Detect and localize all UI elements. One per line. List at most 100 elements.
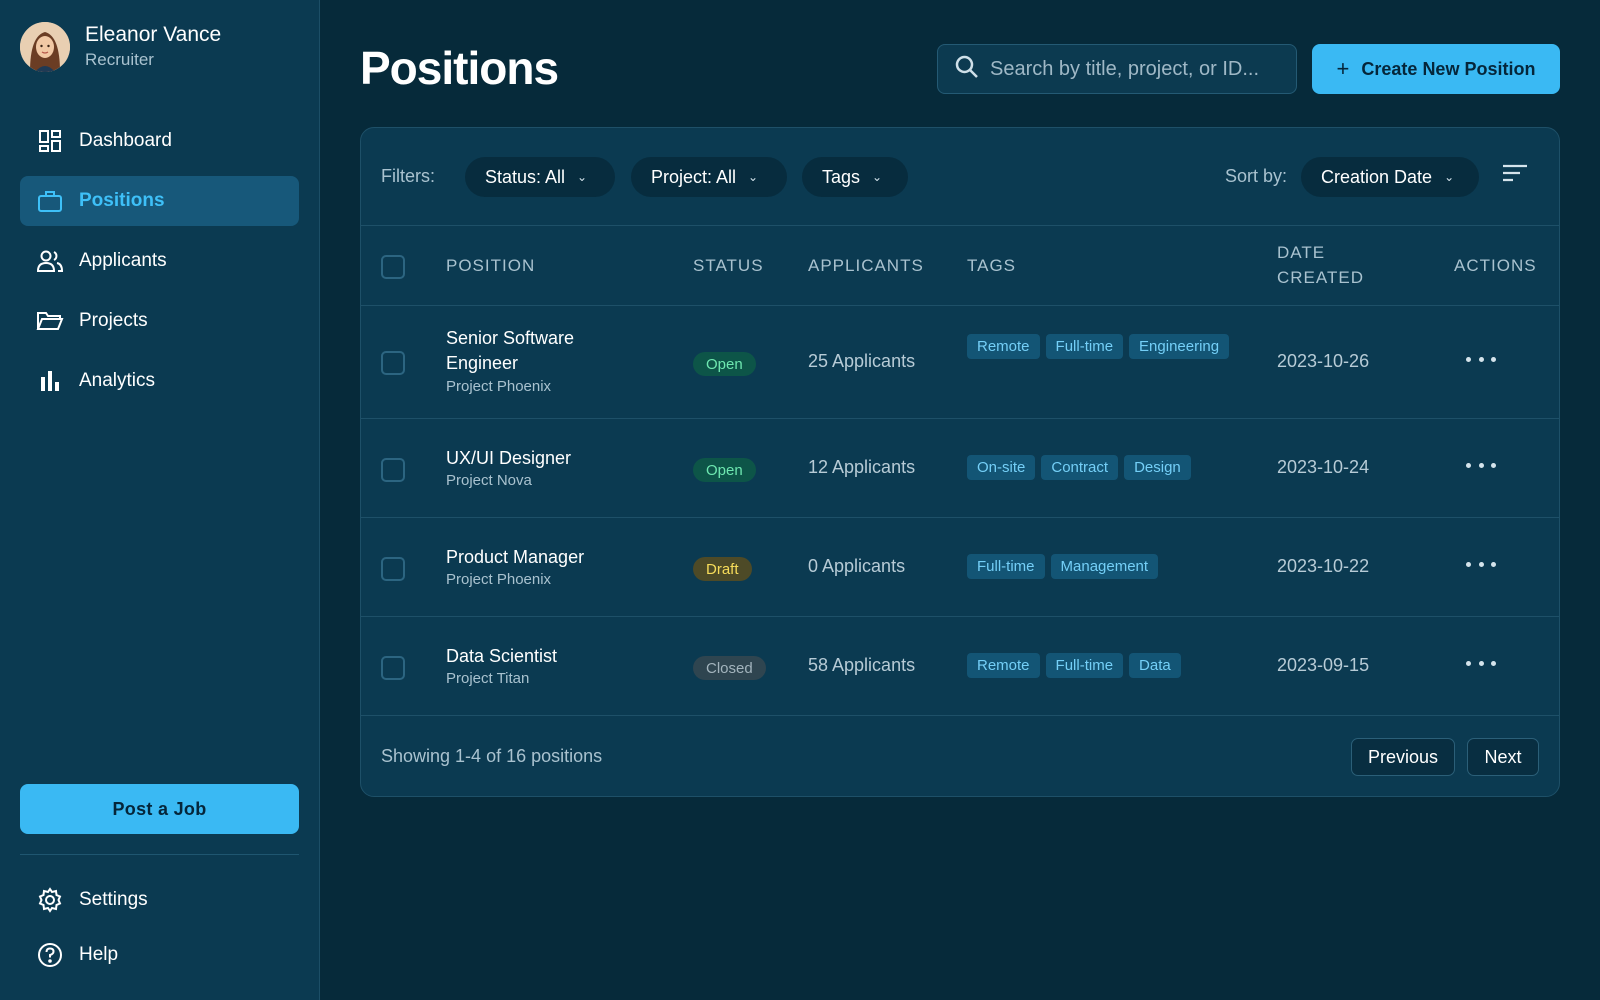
status-badge: Closed — [693, 656, 766, 680]
sort-dropdown[interactable]: Creation Date ⌄ — [1301, 157, 1479, 197]
user-profile[interactable]: Eleanor Vance Recruiter — [20, 22, 221, 72]
project-filter-label: Project: All — [651, 166, 737, 187]
create-position-button[interactable]: + Create New Position — [1312, 44, 1560, 94]
position-title[interactable]: Product Manager — [446, 545, 584, 570]
row-checkbox[interactable] — [381, 458, 405, 482]
sidebar-item-analytics[interactable]: Analytics — [20, 356, 299, 406]
applicant-count[interactable]: 25 Applicants — [808, 351, 915, 372]
more-actions-icon[interactable] — [1466, 653, 1496, 673]
date-created: 2023-10-22 — [1277, 556, 1370, 576]
tag: Full-time — [1045, 653, 1124, 678]
column-header-tags: TAGS — [967, 256, 1017, 275]
status-badge: Draft — [693, 557, 752, 581]
table-row[interactable]: Senior Software Engineer Project Phoenix… — [361, 307, 1559, 419]
chevron-down-icon: ⌄ — [872, 170, 883, 184]
row-checkbox[interactable] — [381, 351, 405, 375]
status-filter-label: Status: All — [485, 166, 566, 187]
position-title[interactable]: Data Scientist — [446, 644, 557, 669]
table-header: POSITION STATUS APPLICANTS TAGS DATE CRE… — [361, 226, 1559, 306]
more-actions-icon[interactable] — [1466, 554, 1496, 574]
briefcase-icon — [36, 187, 64, 215]
previous-page-button[interactable]: Previous — [1351, 738, 1455, 776]
filter-bar: Filters: Status: All ⌄ Project: All ⌄ Ta… — [361, 128, 1559, 226]
next-page-button[interactable]: Next — [1467, 738, 1539, 776]
search-input[interactable] — [990, 57, 1290, 81]
table-row[interactable]: Product Manager Project Phoenix Draft 0 … — [361, 519, 1559, 617]
tag: Remote — [967, 653, 1040, 678]
chevron-down-icon: ⌄ — [748, 170, 759, 184]
table-row[interactable]: UX/UI Designer Project Nova Open 12 Appl… — [361, 420, 1559, 518]
sidebar-item-label: Settings — [79, 889, 148, 910]
tag-list: Full-time Management — [967, 554, 1257, 579]
search-icon — [954, 54, 980, 85]
tag: Remote — [967, 334, 1040, 359]
sidebar-item-applicants[interactable]: Applicants — [20, 236, 299, 286]
applicant-count[interactable]: 12 Applicants — [808, 457, 915, 478]
position-title-line1[interactable]: Senior Software — [446, 326, 574, 351]
sidebar-item-positions[interactable]: Positions — [20, 176, 299, 226]
tag: Engineering — [1129, 334, 1230, 359]
date-created: 2023-10-26 — [1277, 351, 1370, 371]
date-created: 2023-10-24 — [1277, 457, 1370, 477]
main-nav: Dashboard Positions Applicants Projects … — [20, 116, 299, 416]
status-badge: Open — [693, 352, 756, 376]
avatar — [20, 22, 70, 72]
column-header-date-line1: DATE — [1277, 243, 1326, 262]
help-circle-icon — [36, 941, 64, 969]
filters-label: Filters: — [381, 166, 435, 186]
tag: Full-time — [1045, 334, 1124, 359]
position-title-line2[interactable]: Engineer — [446, 351, 518, 376]
column-header-applicants: APPLICANTS — [808, 256, 924, 275]
sort-order-icon[interactable] — [1501, 162, 1529, 186]
column-header-position: POSITION — [446, 256, 536, 275]
dashboard-icon — [36, 127, 64, 155]
sidebar-item-label: Applicants — [79, 250, 167, 271]
column-header-status: STATUS — [693, 256, 764, 275]
post-job-button[interactable]: Post a Job — [20, 784, 299, 834]
position-project: Project Phoenix — [446, 571, 552, 588]
sidebar-item-label: Analytics — [79, 370, 156, 391]
tag-list: Remote Full-time Engineering — [967, 334, 1257, 359]
column-header-date-line2: CREATED — [1277, 268, 1364, 287]
project-filter-dropdown[interactable]: Project: All ⌄ — [631, 157, 787, 197]
sidebar-item-dashboard[interactable]: Dashboard — [20, 116, 299, 166]
applicant-count[interactable]: 58 Applicants — [808, 655, 915, 676]
sidebar-item-label: Projects — [79, 310, 148, 331]
user-name: Eleanor Vance — [85, 23, 222, 46]
sidebar-item-label: Help — [79, 944, 119, 965]
row-checkbox[interactable] — [381, 557, 405, 581]
sidebar: Eleanor Vance Recruiter Dashboard Positi… — [0, 0, 320, 1000]
create-position-label: Create New Position — [1361, 58, 1536, 79]
bottom-nav: Settings Help — [20, 876, 299, 986]
table-footer: Showing 1-4 of 16 positions Previous Nex… — [361, 716, 1559, 796]
positions-panel: Filters: Status: All ⌄ Project: All ⌄ Ta… — [360, 127, 1560, 797]
sidebar-item-projects[interactable]: Projects — [20, 296, 299, 346]
table-row[interactable]: Data Scientist Project Titan Closed 58 A… — [361, 618, 1559, 716]
select-all-checkbox[interactable] — [381, 255, 405, 279]
tag: Contract — [1041, 455, 1119, 480]
sidebar-item-help[interactable]: Help — [20, 931, 299, 979]
more-actions-icon[interactable] — [1466, 349, 1496, 369]
page-title: Positions — [360, 42, 559, 94]
status-filter-dropdown[interactable]: Status: All ⌄ — [465, 157, 615, 197]
tag: On-site — [967, 455, 1036, 480]
sidebar-item-settings[interactable]: Settings — [20, 876, 299, 924]
sort-value: Creation Date — [1321, 166, 1433, 187]
sidebar-divider — [20, 854, 299, 855]
position-title[interactable]: UX/UI Designer — [446, 446, 571, 471]
chevron-down-icon: ⌄ — [1444, 170, 1455, 184]
search-box[interactable] — [937, 44, 1297, 94]
bar-chart-icon — [36, 367, 64, 395]
sidebar-item-label: Dashboard — [79, 130, 172, 151]
tag: Full-time — [967, 554, 1045, 579]
more-actions-icon[interactable] — [1466, 455, 1496, 475]
applicant-count[interactable]: 0 Applicants — [808, 556, 905, 577]
tags-filter-dropdown[interactable]: Tags ⌄ — [802, 157, 908, 197]
tag-list: On-site Contract Design — [967, 455, 1257, 480]
status-badge: Open — [693, 458, 756, 482]
people-icon — [36, 247, 64, 275]
tag-list: Remote Full-time Data — [967, 653, 1257, 678]
tag: Design — [1124, 455, 1191, 480]
column-header-actions: ACTIONS — [1454, 256, 1537, 275]
row-checkbox[interactable] — [381, 656, 405, 680]
